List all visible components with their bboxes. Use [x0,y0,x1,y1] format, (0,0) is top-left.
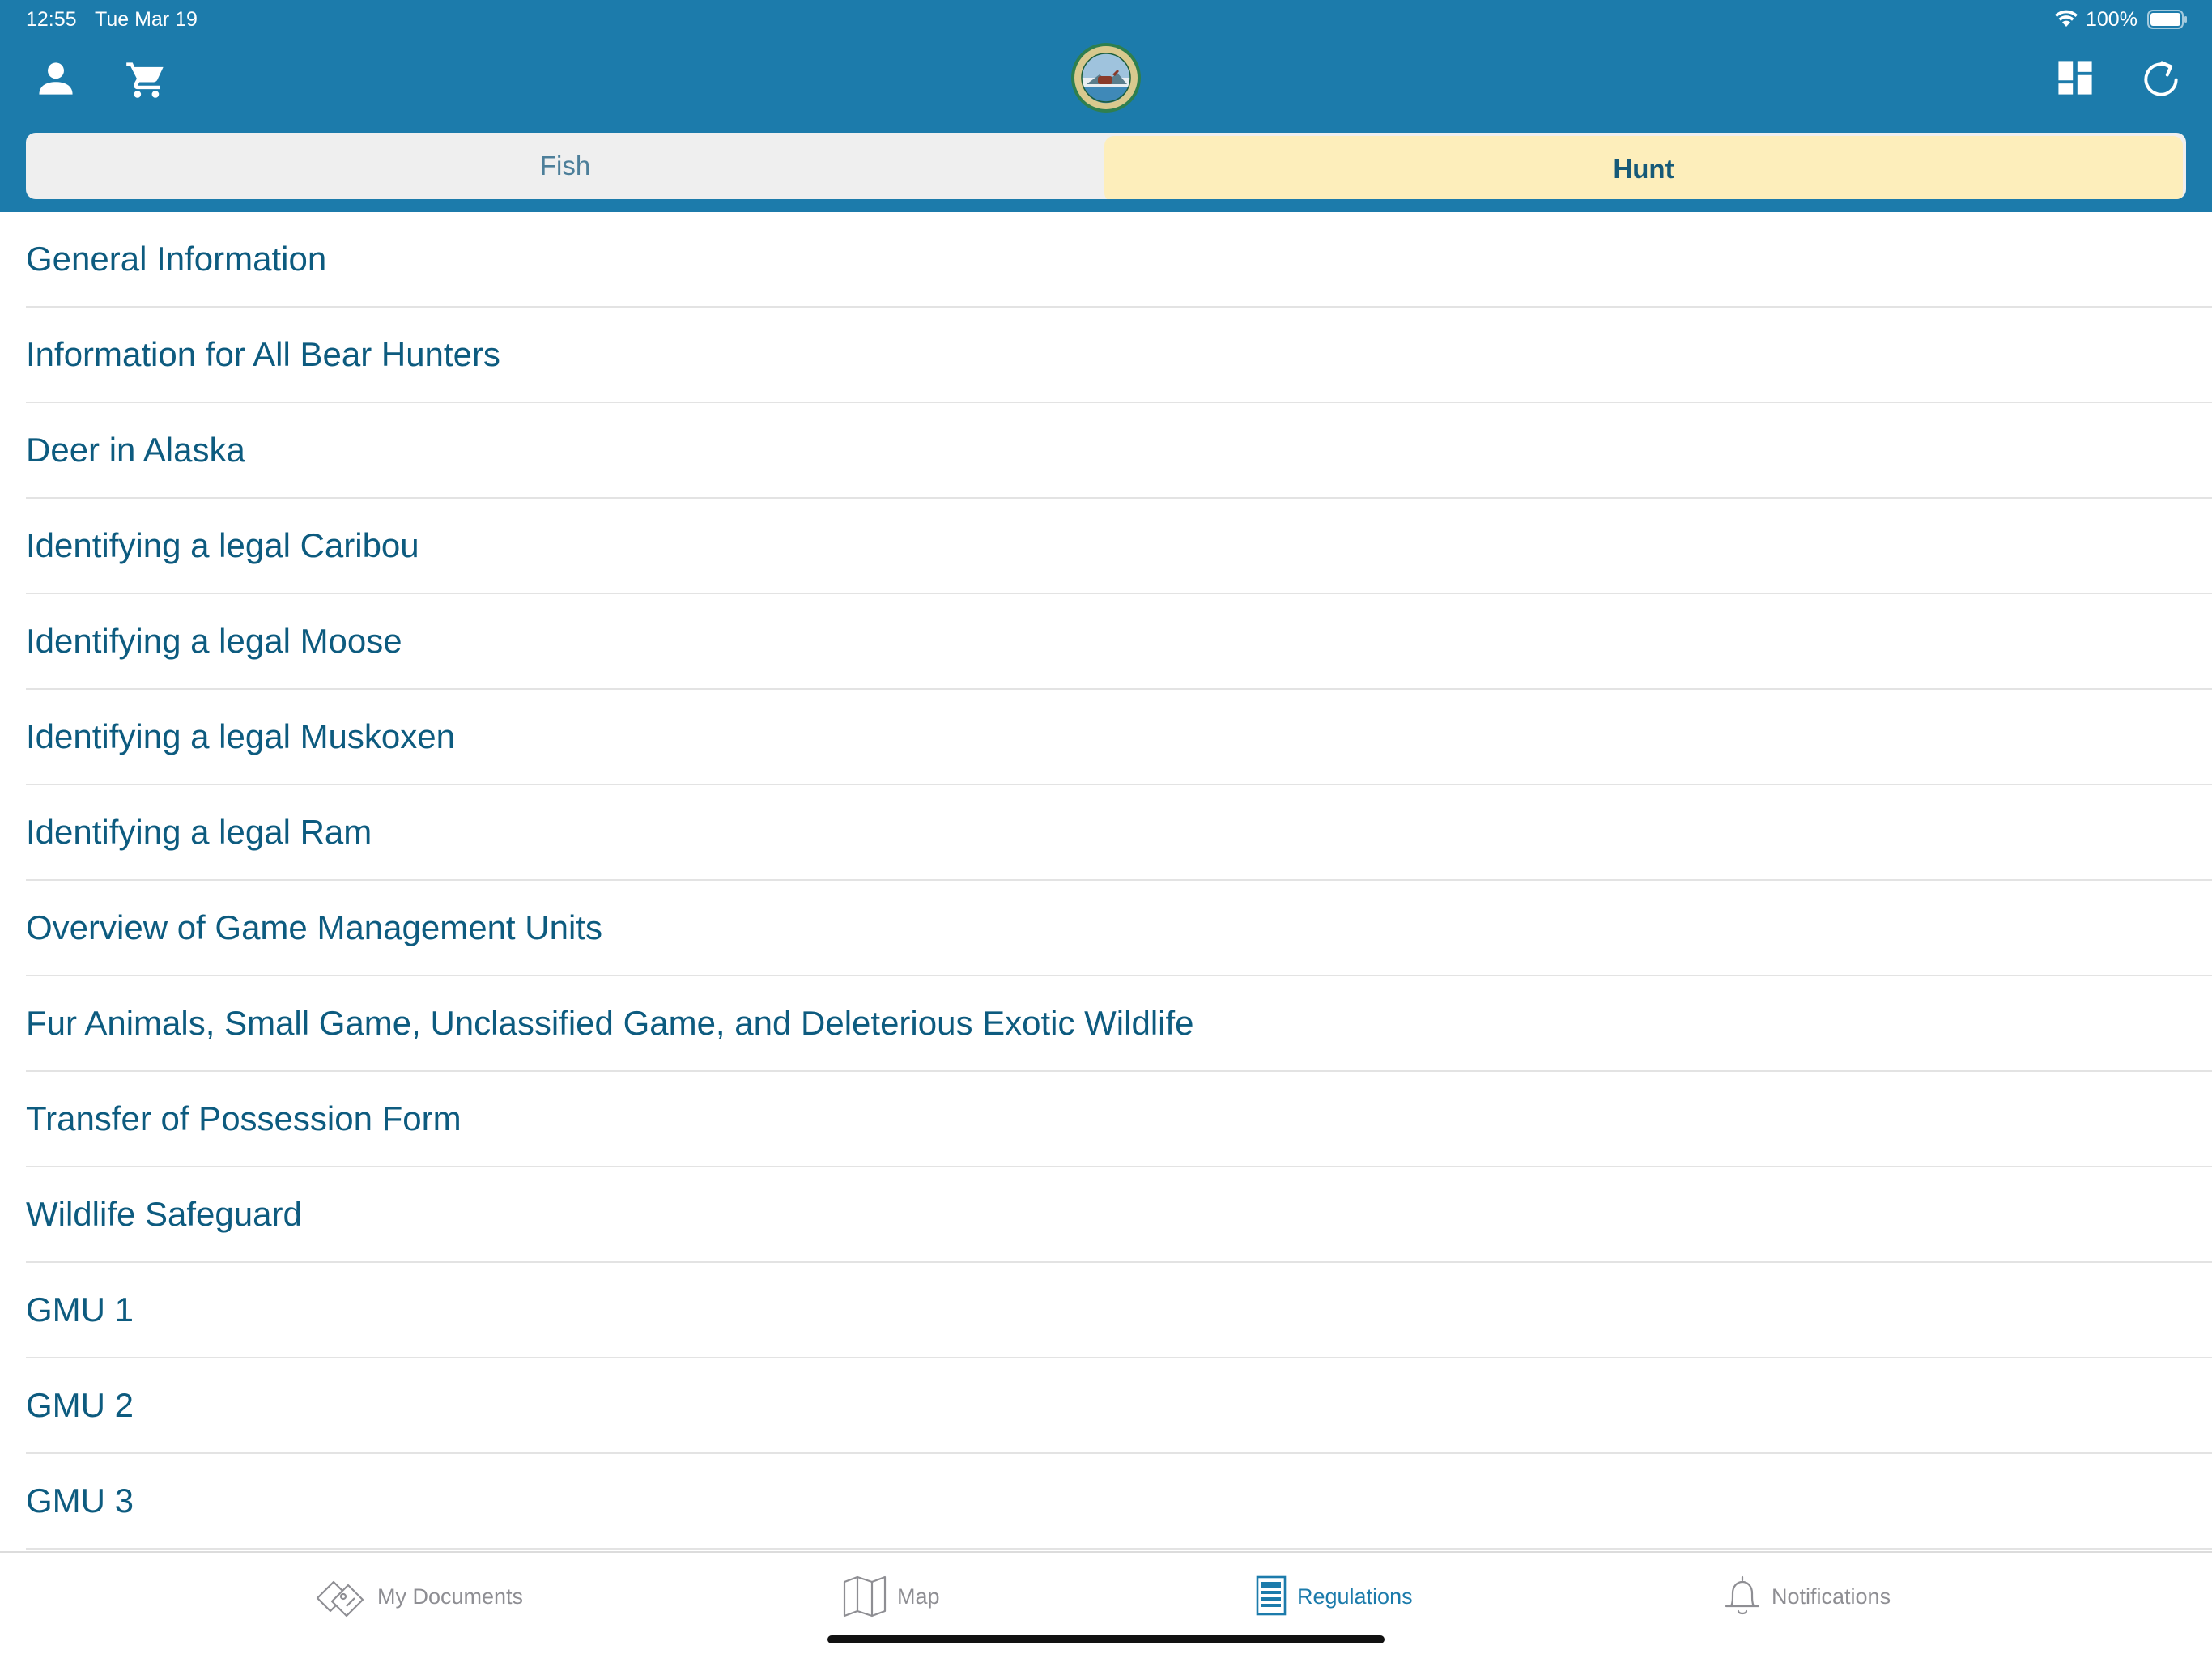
dashboard-icon[interactable] [2054,57,2096,99]
app-root: 12:55 Tue Mar 19 100% Fish Hunt General … [0,0,2212,1658]
map-icon [842,1574,887,1619]
list-item[interactable]: Identifying a legal Ram [26,785,2212,881]
list-item[interactable]: Deer in Alaska [26,403,2212,499]
list-item-label: Identifying a legal Caribou [26,526,419,564]
list-item[interactable]: Identifying a legal Muskoxen [26,690,2212,785]
list-item[interactable]: Overview of Game Management Units [26,881,2212,976]
list-item-label: Information for All Bear Hunters [26,335,500,373]
list-item[interactable]: Wildlife Safeguard [26,1167,2212,1263]
list-item-label: Identifying a legal Moose [26,622,402,660]
tab-my-documents-label: My Documents [377,1584,524,1609]
list-item-label: Transfer of Possession Form [26,1099,462,1137]
list-item[interactable]: GMU 3 [26,1454,2212,1550]
battery-percent: 100% [2086,8,2138,31]
tab-map[interactable]: Map [842,1572,940,1621]
list-item-label: Deer in Alaska [26,431,245,469]
list-item[interactable]: Fur Animals, Small Game, Unclassified Ga… [26,976,2212,1072]
home-indicator [827,1635,1385,1643]
wifi-icon [2053,9,2079,28]
alaska-seal-logo [1070,42,1142,113]
list-item-label: Wildlife Safeguard [26,1195,302,1233]
cart-icon[interactable] [125,58,167,100]
tab-regulations[interactable]: Regulations [1255,1572,1413,1621]
list-item[interactable]: Information for All Bear Hunters [26,308,2212,403]
list-item-label: GMU 1 [26,1290,134,1329]
list-item[interactable]: Identifying a legal Caribou [26,499,2212,594]
list-item-label: GMU 3 [26,1482,134,1520]
app-header: 12:55 Tue Mar 19 100% Fish Hunt [0,0,2212,212]
documents-icon [314,1574,368,1619]
list-item[interactable]: General Information [26,212,2212,308]
segment-hunt[interactable]: Hunt [1104,136,2183,199]
tab-map-label: Map [897,1584,940,1609]
status-bar: 12:55 Tue Mar 19 100% [0,0,2212,39]
list-item[interactable]: GMU 1 [26,1263,2212,1358]
status-date: Tue Mar 19 [95,8,198,31]
list-item[interactable]: GMU 2 [26,1358,2212,1454]
list-item[interactable]: Identifying a legal Moose [26,594,2212,690]
list-item-label: Identifying a legal Ram [26,813,372,851]
list-item-label: Identifying a legal Muskoxen [26,717,455,755]
tab-regulations-label: Regulations [1297,1584,1413,1609]
bell-icon [1723,1574,1762,1619]
list-item-label: General Information [26,240,327,278]
battery-icon [2147,10,2188,29]
status-time: 12:55 [26,8,77,31]
tab-notifications[interactable]: Notifications [1723,1572,1891,1621]
list-item-label: Fur Animals, Small Game, Unclassified Ga… [26,1004,1194,1042]
list-item-label: GMU 2 [26,1386,134,1424]
refresh-icon[interactable] [2140,57,2182,99]
list-item-label: Overview of Game Management Units [26,908,602,946]
account-icon[interactable] [35,57,77,99]
fish-hunt-segmented-control: Fish Hunt [26,133,2186,199]
segment-fish[interactable]: Fish [26,133,1104,199]
tab-notifications-label: Notifications [1772,1584,1891,1609]
tab-my-documents[interactable]: My Documents [314,1572,523,1621]
regulations-list: General Information Information for All … [0,212,2212,1551]
list-item[interactable]: Transfer of Possession Form [26,1072,2212,1167]
regulations-icon [1255,1574,1287,1619]
